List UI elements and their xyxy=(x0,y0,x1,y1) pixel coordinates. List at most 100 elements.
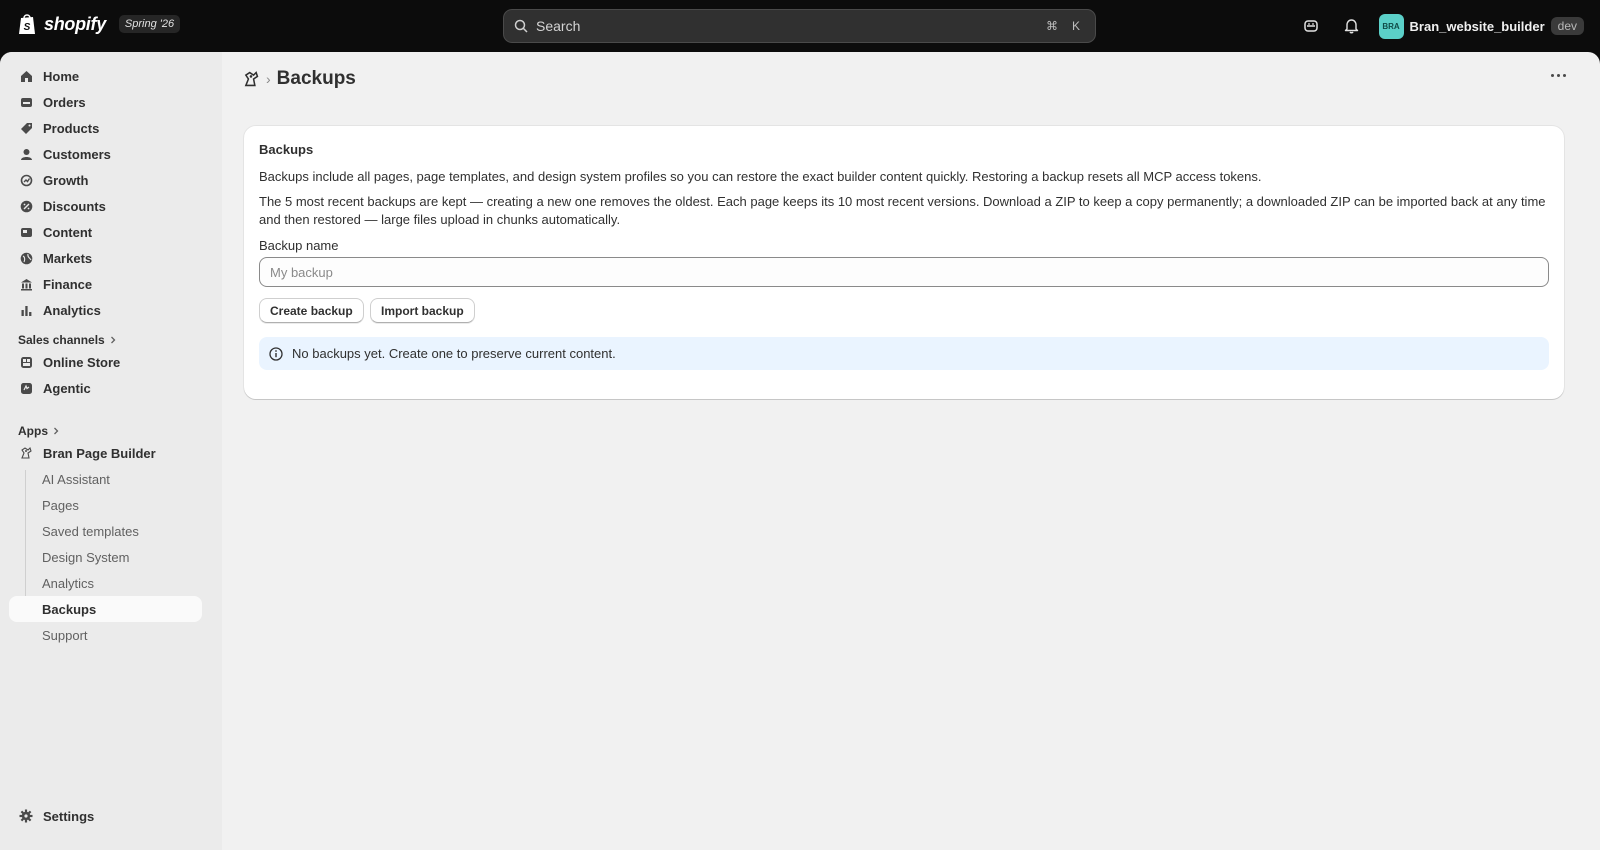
discount-icon xyxy=(19,199,33,213)
backup-description: Backups include all pages, page template… xyxy=(259,169,1262,184)
sidebar-item-discounts[interactable]: Discounts xyxy=(9,193,202,219)
search-placeholder: Search xyxy=(536,18,581,34)
search-bar[interactable]: Search ⌘ K xyxy=(503,9,1096,43)
top-bar: S shopify Spring '26 Search ⌘ K BRA Bran… xyxy=(0,0,1600,52)
sidebar-item-agentic[interactable]: Agentic xyxy=(9,375,202,401)
sidebar-item-home[interactable]: Home xyxy=(9,63,202,89)
sidekick-button[interactable] xyxy=(1297,12,1325,40)
create-backup-button[interactable]: Create backup xyxy=(259,298,364,323)
backup-name-label: Backup name xyxy=(259,238,339,253)
search-icon xyxy=(514,19,528,33)
edition-badge: Spring '26 xyxy=(118,15,181,33)
shopify-logo[interactable]: S shopify Spring '26 xyxy=(18,13,181,35)
sidebar-subitem-ai-assistant[interactable]: AI Assistant xyxy=(9,466,202,492)
bar-chart-icon xyxy=(19,303,33,317)
bran-app-icon xyxy=(19,446,33,460)
breadcrumb: › Backups xyxy=(242,68,356,90)
sidebar-item-bran-page-builder[interactable]: Bran Page Builder xyxy=(9,440,202,466)
sidebar-item-label: Content xyxy=(43,224,93,240)
sidebar-subitem-analytics[interactable]: Analytics xyxy=(9,570,202,596)
sidebar-item-analytics[interactable]: Analytics xyxy=(9,297,202,323)
info-icon xyxy=(269,346,283,361)
admin-frame: Home Orders Products Customers Growth Di… xyxy=(0,52,1600,850)
sidekick-icon xyxy=(1303,20,1318,32)
sidebar-item-growth[interactable]: Growth xyxy=(9,167,202,193)
person-icon xyxy=(19,147,33,161)
bank-icon xyxy=(19,277,33,291)
bell-icon xyxy=(1344,19,1359,34)
empty-state-banner: No backups yet. Create one to preserve c… xyxy=(259,337,1549,370)
sidebar-item-settings[interactable]: Settings xyxy=(9,803,202,829)
dev-badge: dev xyxy=(1550,17,1584,35)
sidebar-item-label: Analytics xyxy=(42,575,95,591)
shopify-bag-icon: S xyxy=(19,14,35,34)
sidebar-item-label: Customers xyxy=(43,146,111,162)
sidebar-item-label: Products xyxy=(43,120,100,136)
agentic-icon xyxy=(19,381,33,395)
sidebar-item-finance[interactable]: Finance xyxy=(9,271,202,297)
k-key: K xyxy=(1071,19,1080,33)
more-actions-button[interactable] xyxy=(1551,74,1566,77)
sidebar-item-customers[interactable]: Customers xyxy=(9,141,202,167)
content-icon xyxy=(19,225,33,239)
apps-heading[interactable]: Apps xyxy=(18,424,60,438)
sidebar-item-label: Discounts xyxy=(43,198,106,214)
dot-icon xyxy=(1557,74,1560,77)
sidebar-subitem-pages[interactable]: Pages xyxy=(9,492,202,518)
chevron-right-icon xyxy=(110,336,116,344)
sidebar-item-label: Online Store xyxy=(43,354,121,370)
dot-icon xyxy=(1551,74,1554,77)
chevron-right-icon: › xyxy=(266,71,271,87)
empty-state-message: No backups yet. Create one to preserve c… xyxy=(292,346,616,361)
chevron-right-icon xyxy=(54,427,59,435)
sidebar-item-label: Markets xyxy=(43,250,93,266)
sidebar-subitem-saved-templates[interactable]: Saved templates xyxy=(9,518,202,544)
sales-channels-label: Sales channels xyxy=(18,333,105,347)
sidebar-subitem-design-system[interactable]: Design System xyxy=(9,544,202,570)
sidebar-item-label: Growth xyxy=(43,172,89,188)
home-icon xyxy=(19,69,33,83)
sidebar-item-label: Support xyxy=(42,627,88,643)
sidebar-subitem-backups[interactable]: Backups xyxy=(9,596,202,622)
sidebar-item-markets[interactable]: Markets xyxy=(9,245,202,271)
sidebar-item-label: Finance xyxy=(43,276,93,292)
sales-channels-heading[interactable]: Sales channels xyxy=(18,333,117,347)
sidebar-item-label: Analytics xyxy=(43,302,101,318)
card-title: Backups xyxy=(259,142,314,157)
backup-name-input[interactable] xyxy=(259,257,1549,287)
sidebar-item-label: Saved templates xyxy=(42,523,139,539)
sidebar-item-label: AI Assistant xyxy=(42,471,110,487)
store-icon xyxy=(19,355,33,369)
svg-text:S: S xyxy=(24,22,31,33)
sidebar-item-label: Home xyxy=(43,68,80,84)
apps-label: Apps xyxy=(18,424,48,438)
shopify-wordmark: shopify xyxy=(44,13,106,34)
sidebar-item-label: Backups xyxy=(42,601,97,617)
avatar: BRA xyxy=(1378,13,1404,39)
user-menu[interactable]: BRA Bran_website_builder dev xyxy=(1378,13,1584,39)
sidebar-item-label: Settings xyxy=(43,808,95,824)
sidebar-item-label: Agentic xyxy=(43,380,91,396)
bran-app-icon[interactable] xyxy=(242,70,260,88)
sidebar-item-online-store[interactable]: Online Store xyxy=(9,349,202,375)
tag-icon xyxy=(19,121,33,135)
store-name: Bran_website_builder xyxy=(1409,18,1545,34)
main-content: › Backups Backups Backups include all pa… xyxy=(222,52,1600,850)
backups-card: Backups Backups include all pages, page … xyxy=(244,126,1564,399)
sidebar-item-content[interactable]: Content xyxy=(9,219,202,245)
globe-icon xyxy=(19,251,33,265)
sidebar-item-label: Bran Page Builder xyxy=(43,445,156,461)
notifications-button[interactable] xyxy=(1338,12,1366,40)
sidebar-subitem-support[interactable]: Support xyxy=(9,622,202,648)
retention-note: The 5 most recent backups are kept — cre… xyxy=(259,194,1546,227)
command-key: ⌘ xyxy=(1046,19,1058,33)
import-backup-button[interactable]: Import backup xyxy=(370,298,475,323)
search-shortcut: ⌘ K xyxy=(1043,17,1085,35)
sidebar-item-orders[interactable]: Orders xyxy=(9,89,202,115)
sidebar-item-products[interactable]: Products xyxy=(9,115,202,141)
sidebar-item-label: Pages xyxy=(42,497,79,513)
sidebar: Home Orders Products Customers Growth Di… xyxy=(0,52,222,850)
orders-icon xyxy=(19,95,33,109)
page-title: Backups xyxy=(276,68,356,89)
dot-icon xyxy=(1563,74,1566,77)
